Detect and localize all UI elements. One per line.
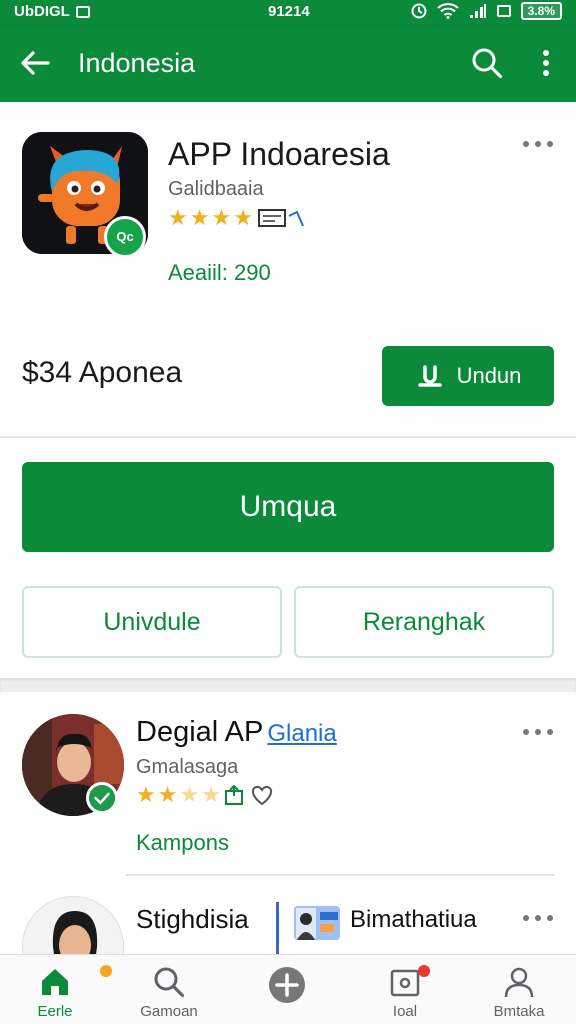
- item-title: Degial AP: [136, 716, 264, 748]
- share-icon[interactable]: [223, 784, 247, 806]
- app-badge: Qc: [104, 216, 146, 258]
- star-rating: ★ ★ ★ ★: [168, 206, 309, 230]
- star-half-icon: ★: [179, 782, 200, 807]
- add-circle-icon: [269, 967, 305, 1003]
- status-left-text: UbDIGL: [14, 3, 70, 20]
- nav-home[interactable]: Eerle: [0, 965, 110, 1020]
- more-horiz-icon[interactable]: [520, 726, 556, 738]
- nav-search[interactable]: Gamoan: [114, 965, 224, 1020]
- status-bar: UbDIGL 91214 3.8%: [0, 0, 576, 26]
- signal-icon: [469, 4, 486, 18]
- star-icon: ★: [233, 205, 253, 230]
- battery-indicator: 3.8%: [520, 2, 562, 20]
- more-horiz-icon[interactable]: [520, 138, 556, 150]
- search-icon: [154, 967, 185, 998]
- page-title: Indonesia: [78, 48, 196, 78]
- nav-label: Gamoan: [140, 1003, 198, 1020]
- clock-icon: [411, 3, 427, 19]
- star-icon: ★: [189, 205, 210, 230]
- bottom-navigation: Eerle Gamoan Ioal Bmtaka: [0, 954, 576, 1024]
- list-item[interactable]: Stighdisia Bimathatiua: [0, 876, 576, 954]
- nav-profile[interactable]: Bmtaka: [464, 965, 574, 1020]
- star-icon: ★: [136, 782, 156, 807]
- nav-label: Eerle: [37, 1003, 73, 1020]
- wifi-icon: [436, 3, 459, 19]
- item-subtitle: Gmalasaga: [136, 756, 239, 778]
- back-arrow-icon[interactable]: [18, 46, 52, 80]
- item-link[interactable]: Kampons: [136, 830, 229, 856]
- avatar: [22, 896, 124, 954]
- home-icon: [42, 969, 68, 995]
- notification-dot: [418, 965, 430, 977]
- more-horiz-icon[interactable]: [520, 912, 556, 924]
- nav-notifications[interactable]: Ioal: [350, 965, 460, 1020]
- verified-check-icon: [86, 782, 118, 814]
- price-label: $34 Aponea: [22, 356, 183, 389]
- availability-text: Aeaiil: 290: [168, 260, 271, 285]
- profile-icon: [504, 967, 534, 998]
- list-item[interactable]: Degial AP Glania Gmalasaga ★ ★ ★ ★ Kampon…: [0, 692, 576, 876]
- nav-label: Ioal: [392, 1003, 418, 1020]
- item-secondary-title: Bimathatiua: [350, 906, 477, 933]
- app-bar: Indonesia: [0, 26, 576, 102]
- download-button[interactable]: Undun: [382, 346, 554, 406]
- secondary-right-button[interactable]: Reranghak: [294, 586, 554, 658]
- star-icon: ★: [211, 205, 232, 230]
- download-button-label: Undun: [456, 363, 522, 388]
- nav-label: Bmtaka: [493, 1003, 545, 1020]
- divider: [276, 902, 279, 954]
- primary-action-button[interactable]: Umqua: [22, 462, 554, 552]
- more-vert-icon[interactable]: [532, 46, 560, 80]
- secondary-left-button[interactable]: Univdule: [22, 586, 282, 658]
- heart-icon[interactable]: [249, 784, 275, 806]
- notification-icon: [390, 969, 420, 997]
- nav-add[interactable]: [232, 965, 342, 1009]
- app-name: APP Indoaresia: [168, 136, 390, 172]
- app-detail-card: Qc APP Indoaresia Galidbaaia ★ ★ ★ ★ Aea…: [0, 102, 576, 438]
- divider: [0, 436, 576, 438]
- thumbnail-image: [294, 906, 340, 940]
- developer-name[interactable]: Galidbaaia: [168, 178, 264, 201]
- item-tag-link[interactable]: Glania: [267, 720, 336, 747]
- sim-icon: [496, 5, 511, 17]
- star-icon: ★: [157, 782, 178, 807]
- review-icon: [257, 209, 304, 227]
- status-time: 91214: [268, 3, 310, 20]
- star-icon: ★: [168, 205, 188, 230]
- notification-icon: [75, 5, 90, 18]
- section-separator: [0, 678, 576, 692]
- search-icon[interactable]: [470, 46, 504, 80]
- notification-dot: [100, 965, 112, 977]
- star-rating: ★ ★ ★ ★: [136, 784, 275, 806]
- download-icon: [417, 365, 442, 387]
- star-empty-icon: ★: [201, 782, 221, 807]
- item-title: Stighdisia: [136, 904, 249, 934]
